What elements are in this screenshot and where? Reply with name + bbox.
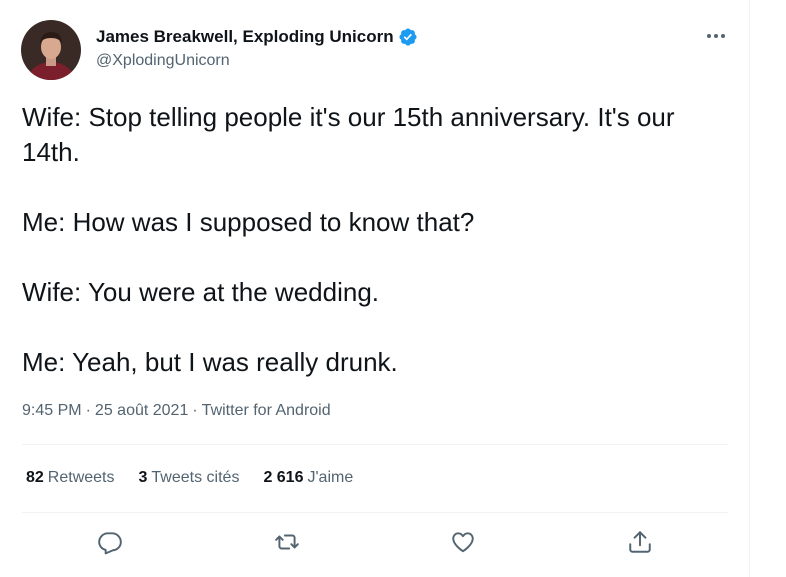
likes-count: 2 616 (263, 469, 304, 486)
share-button[interactable] (623, 522, 657, 562)
action-bar (0, 522, 750, 562)
retweet-icon (275, 534, 299, 550)
quotes-count: 3 (138, 469, 148, 486)
meta-separator: · (192, 402, 198, 419)
reply-button[interactable] (93, 522, 127, 562)
tweet-line: Wife: Stop telling people it's our 15th … (22, 102, 682, 167)
retweet-button[interactable] (270, 522, 304, 562)
reply-icon (98, 532, 122, 555)
meta-separator: · (85, 402, 91, 419)
tweet-metadata: 9:45 PM · 25 août 2021 · Twitter for Android (22, 402, 331, 420)
tweet-time[interactable]: 9:45 PM (22, 402, 82, 419)
author-display-name[interactable]: James Breakwell, Exploding Unicorn (96, 27, 394, 47)
tweet-card: James Breakwell, Exploding Unicorn @Xplo… (0, 0, 750, 577)
verified-badge-icon (398, 27, 418, 47)
avatar[interactable] (21, 20, 81, 80)
quotes-stat[interactable]: 3 Tweets cités (139, 469, 240, 487)
like-button[interactable] (446, 522, 480, 562)
tweet-line: Me: How was I supposed to know that? (22, 207, 475, 237)
author-handle[interactable]: @XplodingUnicorn (96, 52, 230, 70)
tweet-text: Wife: Stop telling people it's our 15th … (22, 100, 722, 380)
tweet-line: Wife: You were at the wedding. (22, 277, 380, 307)
share-icon (629, 531, 651, 553)
heart-icon (452, 532, 474, 553)
quotes-label: Tweets cités (151, 469, 240, 486)
likes-label: J'aime (307, 469, 354, 486)
engagement-stats: 82 Retweets 3 Tweets cités 2 616 J'aime (26, 469, 377, 487)
divider (22, 444, 728, 445)
retweets-count: 82 (26, 469, 44, 486)
more-icon[interactable] (701, 26, 731, 46)
tweet-date[interactable]: 25 août 2021 (95, 402, 188, 419)
retweets-stat[interactable]: 82 Retweets (26, 469, 115, 487)
retweets-label: Retweets (47, 469, 115, 486)
tweet-source[interactable]: Twitter for Android (202, 402, 331, 419)
author-name-row[interactable]: James Breakwell, Exploding Unicorn (96, 26, 418, 48)
likes-stat[interactable]: 2 616 J'aime (263, 469, 353, 487)
divider (22, 512, 728, 513)
tweet-line: Me: Yeah, but I was really drunk. (22, 347, 398, 377)
